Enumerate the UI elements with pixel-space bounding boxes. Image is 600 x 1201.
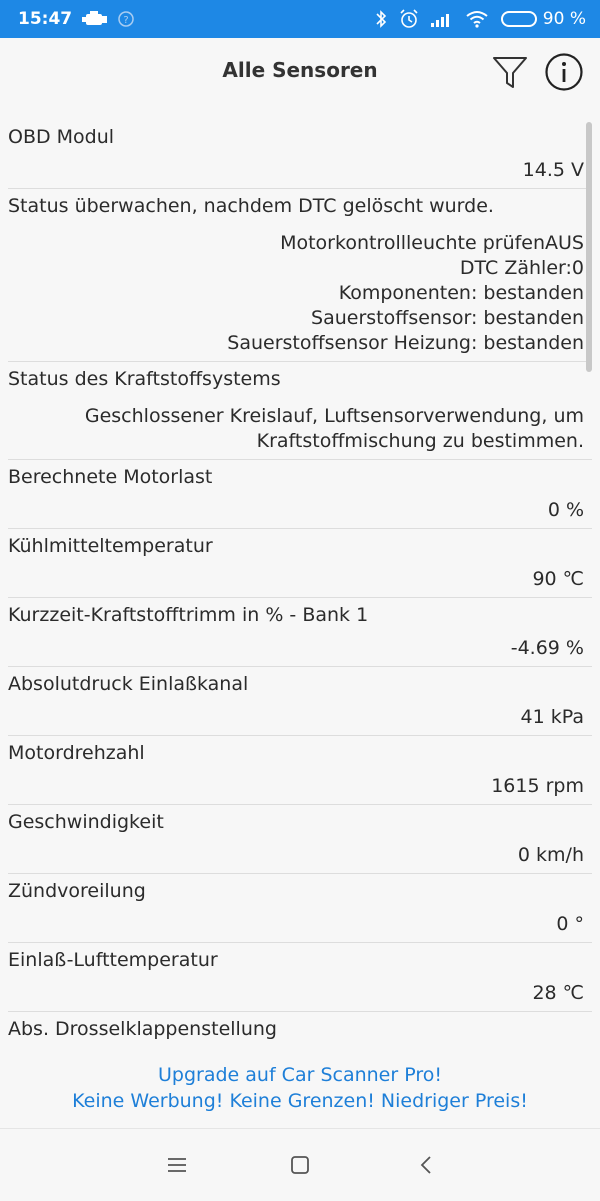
status-bar: 15:47 ? 90 % <box>0 0 600 38</box>
sensor-value: Geschlossener Kreislauf, Luftsensorverwe… <box>84 405 584 427</box>
sensor-name: Status des Kraftstoffsystems <box>8 368 281 390</box>
sensor-row[interactable]: Motordrehzahl 1615 rpm <box>0 736 592 805</box>
sensor-value: DTC Zähler:0 <box>459 257 584 279</box>
sensor-name: Berechnete Motorlast <box>8 466 213 488</box>
wifi-icon <box>465 10 489 28</box>
menu-icon[interactable] <box>163 1151 191 1179</box>
svg-text:?: ? <box>123 15 128 26</box>
sensor-value: 1615 rpm <box>491 775 584 797</box>
sensor-name: Kühlmitteltemperatur <box>8 535 213 557</box>
help-notification-icon: ? <box>118 11 134 27</box>
upgrade-banner[interactable]: Upgrade auf Car Scanner Pro! Keine Werbu… <box>0 1062 600 1114</box>
filter-icon[interactable] <box>490 52 530 92</box>
sensor-value: Motorkontrollleuchte prüfenAUS <box>280 232 584 254</box>
sensor-name: Motordrehzahl <box>8 742 145 764</box>
upgrade-line-1[interactable]: Upgrade auf Car Scanner Pro! <box>0 1062 600 1088</box>
sensor-value: 90 ℃ <box>532 568 584 590</box>
sensor-value: Sauerstoffsensor: bestanden <box>311 307 584 329</box>
back-icon[interactable] <box>412 1151 440 1179</box>
scrollbar[interactable] <box>586 122 592 372</box>
sensor-name: Zündvoreilung <box>8 880 146 902</box>
system-nav-bar <box>0 1128 600 1201</box>
sensor-row[interactable]: Abs. Drosselklappenstellung <box>0 1012 592 1045</box>
sensor-row[interactable]: Zündvoreilung 0 ° <box>0 874 592 943</box>
sensor-row[interactable]: Status überwachen, nachdem DTC gelöscht … <box>0 189 592 362</box>
upgrade-line-2[interactable]: Keine Werbung! Keine Grenzen! Niedriger … <box>0 1088 600 1114</box>
sensor-value: -4.69 % <box>510 637 584 659</box>
info-icon[interactable] <box>544 52 584 92</box>
sensor-row[interactable]: Geschwindigkeit 0 km/h <box>0 805 592 874</box>
alarm-icon <box>399 9 419 29</box>
sensor-row[interactable]: Kühlmitteltemperatur 90 ℃ <box>0 529 592 598</box>
sensor-list[interactable]: OBD Modul 14.5 V Status überwachen, nachde… <box>0 120 600 1045</box>
sensor-value: Sauerstoffsensor Heizung: bestanden <box>227 332 584 354</box>
sensor-value: 0 km/h <box>517 844 584 866</box>
sensor-value: 41 kPa <box>520 706 584 728</box>
sensor-row[interactable]: Einlaß-Lufttemperatur 28 ℃ <box>0 943 592 1012</box>
sensor-name: Abs. Drosselklappenstellung <box>8 1018 277 1040</box>
sensor-value: 14.5 V <box>522 159 584 181</box>
signal-icon <box>430 11 453 27</box>
sensor-value: 0 ° <box>556 913 584 935</box>
sensor-name: Einlaß-Lufttemperatur <box>8 949 218 971</box>
sensor-value: 28 ℃ <box>532 982 584 1004</box>
bluetooth-icon <box>375 9 387 29</box>
battery-indicator: 90 % <box>500 9 586 29</box>
sensor-value: Komponenten: bestanden <box>338 282 584 304</box>
sensor-name: Absolutdruck Einlaßkanal <box>8 673 249 695</box>
sensor-name: Geschwindigkeit <box>8 811 164 833</box>
sensor-row[interactable]: OBD Modul 14.5 V <box>0 120 592 189</box>
sensor-row[interactable]: Absolutdruck Einlaßkanal 41 kPa <box>0 667 592 736</box>
sensor-name: OBD Modul <box>8 126 115 148</box>
car-engine-notification-icon <box>82 11 108 27</box>
sensor-value: Kraftstoffmischung zu bestimmen. <box>256 430 584 452</box>
sensor-row[interactable]: Berechnete Motorlast 0 % <box>0 460 592 529</box>
sensor-name: Status überwachen, nachdem DTC gelöscht … <box>8 195 494 217</box>
home-icon[interactable] <box>286 1151 314 1179</box>
sensor-row[interactable]: Kurzzeit-Kraftstofftrimm in % - Bank 1 -4… <box>0 598 592 667</box>
battery-icon <box>500 11 537 27</box>
sensor-row[interactable]: Status des Kraftstoffsystems Geschlossene… <box>0 362 592 460</box>
app-bar: Alle Sensoren <box>0 38 600 104</box>
sensor-name: Kurzzeit-Kraftstofftrimm in % - Bank 1 <box>8 604 369 626</box>
sensor-value: 0 % <box>547 499 584 521</box>
status-time: 15:47 <box>18 9 73 29</box>
battery-percent: 90 % <box>542 9 586 29</box>
